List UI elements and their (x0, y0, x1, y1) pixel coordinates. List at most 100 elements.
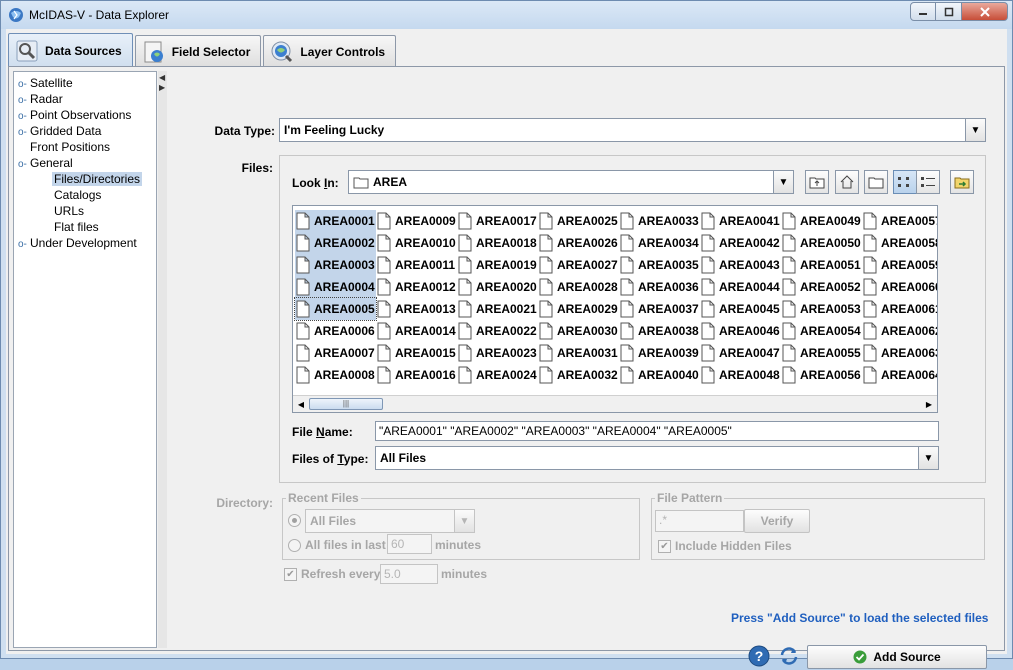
collapse-left-icon[interactable]: ◀ (159, 73, 165, 82)
help-button[interactable]: ? (748, 645, 770, 667)
look-in-combo[interactable]: AREA ▼ (348, 170, 794, 194)
file-item[interactable]: AREA0005 (294, 297, 377, 321)
file-item[interactable]: AREA0055 (781, 342, 862, 364)
file-item[interactable]: AREA0043 (700, 254, 781, 276)
tree-item-files-directories[interactable]: Files/Directories (52, 171, 143, 187)
file-item[interactable]: AREA0064 (862, 364, 937, 386)
file-item[interactable]: AREA0057 (862, 210, 937, 232)
file-item[interactable]: AREA0024 (457, 364, 538, 386)
file-item[interactable]: AREA0033 (619, 210, 700, 232)
include-hidden-checkbox[interactable]: ✔ (658, 540, 671, 553)
file-item[interactable]: AREA0059 (862, 254, 937, 276)
file-item[interactable]: AREA0022 (457, 320, 538, 342)
file-item[interactable]: AREA0021 (457, 298, 538, 320)
scroll-thumb[interactable]: ||| (309, 398, 383, 410)
tab-data-sources[interactable]: Data Sources (8, 33, 133, 68)
file-item[interactable]: AREA0025 (538, 210, 619, 232)
tree-item-point-observations[interactable]: o- Point Observations (18, 107, 131, 123)
file-item[interactable]: AREA0035 (619, 254, 700, 276)
file-item[interactable]: AREA0006 (295, 320, 376, 342)
add-source-button[interactable]: Add Source (807, 645, 987, 669)
file-list[interactable]: AREA0001 AREA0002 AREA0003 AREA0004 AREA… (292, 205, 938, 413)
home-button[interactable] (835, 170, 859, 194)
all-files-radio[interactable] (288, 514, 301, 527)
file-item[interactable]: AREA0051 (781, 254, 862, 276)
file-item[interactable]: AREA0009 (376, 210, 457, 232)
minimize-button[interactable] (910, 2, 936, 21)
chevron-down-icon[interactable]: ▼ (918, 447, 938, 469)
last-minutes-radio[interactable] (288, 539, 301, 552)
file-item[interactable]: AREA0049 (781, 210, 862, 232)
file-item[interactable]: AREA0003 (295, 254, 376, 276)
file-item[interactable]: AREA0002 (295, 232, 376, 254)
file-item[interactable]: AREA0029 (538, 298, 619, 320)
file-item[interactable]: AREA0016 (376, 364, 457, 386)
file-item[interactable]: AREA0032 (538, 364, 619, 386)
refresh-button[interactable] (778, 645, 800, 667)
recent-minutes-input[interactable]: 60 (387, 534, 432, 554)
file-item[interactable]: AREA0061 (862, 298, 937, 320)
file-item[interactable]: AREA0036 (619, 276, 700, 298)
maximize-button[interactable] (936, 2, 962, 21)
scroll-left-icon[interactable]: ◀ (293, 396, 309, 412)
file-item[interactable]: AREA0007 (295, 342, 376, 364)
verify-button[interactable]: Verify (744, 509, 810, 533)
file-item[interactable]: AREA0042 (700, 232, 781, 254)
file-item[interactable]: AREA0039 (619, 342, 700, 364)
file-item[interactable]: AREA0001 (295, 210, 376, 232)
data-type-combo[interactable]: I'm Feeling Lucky ▼ (279, 118, 986, 142)
file-item[interactable]: AREA0060 (862, 276, 937, 298)
tree-item-radar[interactable]: o- Radar (18, 91, 63, 107)
tree-item-catalogs[interactable]: Catalogs (54, 187, 101, 203)
scroll-right-icon[interactable]: ▶ (921, 396, 937, 412)
file-item[interactable]: AREA0017 (457, 210, 538, 232)
open-directory-button[interactable] (950, 170, 974, 194)
file-item[interactable]: AREA0013 (376, 298, 457, 320)
file-item[interactable]: AREA0041 (700, 210, 781, 232)
file-item[interactable]: AREA0027 (538, 254, 619, 276)
file-item[interactable]: AREA0023 (457, 342, 538, 364)
recent-files-combo[interactable]: All Files ▼ (305, 509, 475, 533)
file-item[interactable]: AREA0030 (538, 320, 619, 342)
file-item[interactable]: AREA0020 (457, 276, 538, 298)
file-item[interactable]: AREA0031 (538, 342, 619, 364)
file-item[interactable]: AREA0011 (376, 254, 457, 276)
files-of-type-combo[interactable]: All Files ▼ (375, 446, 939, 470)
file-item[interactable]: AREA0047 (700, 342, 781, 364)
refresh-checkbox[interactable]: ✔ (284, 568, 297, 581)
file-item[interactable]: AREA0004 (295, 276, 376, 298)
file-item[interactable]: AREA0034 (619, 232, 700, 254)
tree-item-satellite[interactable]: o- Satellite (18, 75, 73, 91)
file-item[interactable]: AREA0012 (376, 276, 457, 298)
file-item[interactable]: AREA0053 (781, 298, 862, 320)
file-item[interactable]: AREA0045 (700, 298, 781, 320)
up-one-level-button[interactable] (805, 170, 829, 194)
tree-item-gridded-data[interactable]: o- Gridded Data (18, 123, 101, 139)
file-item[interactable]: AREA0052 (781, 276, 862, 298)
file-item[interactable]: AREA0010 (376, 232, 457, 254)
file-item[interactable]: AREA0054 (781, 320, 862, 342)
file-item[interactable]: AREA0056 (781, 364, 862, 386)
file-item[interactable]: AREA0048 (700, 364, 781, 386)
file-item[interactable]: AREA0008 (295, 364, 376, 386)
new-folder-button[interactable] (864, 170, 888, 194)
tree-item-general[interactable]: o- General (18, 155, 73, 171)
list-view-button[interactable] (893, 170, 917, 194)
file-item[interactable]: AREA0015 (376, 342, 457, 364)
tree-item-flat-files[interactable]: Flat files (54, 219, 99, 235)
panel-splitter[interactable]: ◀ ▶ (158, 71, 167, 648)
file-list-scrollbar[interactable]: ◀ ||| ▶ (293, 395, 937, 412)
file-item[interactable]: AREA0050 (781, 232, 862, 254)
details-view-button[interactable] (916, 170, 940, 194)
tree-item-front-positions[interactable]: Front Positions (30, 139, 110, 155)
file-item[interactable]: AREA0044 (700, 276, 781, 298)
chevron-down-icon[interactable]: ▼ (454, 510, 474, 532)
file-item[interactable]: AREA0028 (538, 276, 619, 298)
file-item[interactable]: AREA0046 (700, 320, 781, 342)
file-item[interactable]: AREA0019 (457, 254, 538, 276)
refresh-interval-input[interactable]: 5.0 (380, 564, 438, 584)
file-pattern-input[interactable]: .* (655, 510, 744, 532)
expand-right-icon[interactable]: ▶ (159, 83, 165, 92)
file-item[interactable]: AREA0062 (862, 320, 937, 342)
file-item[interactable]: AREA0014 (376, 320, 457, 342)
